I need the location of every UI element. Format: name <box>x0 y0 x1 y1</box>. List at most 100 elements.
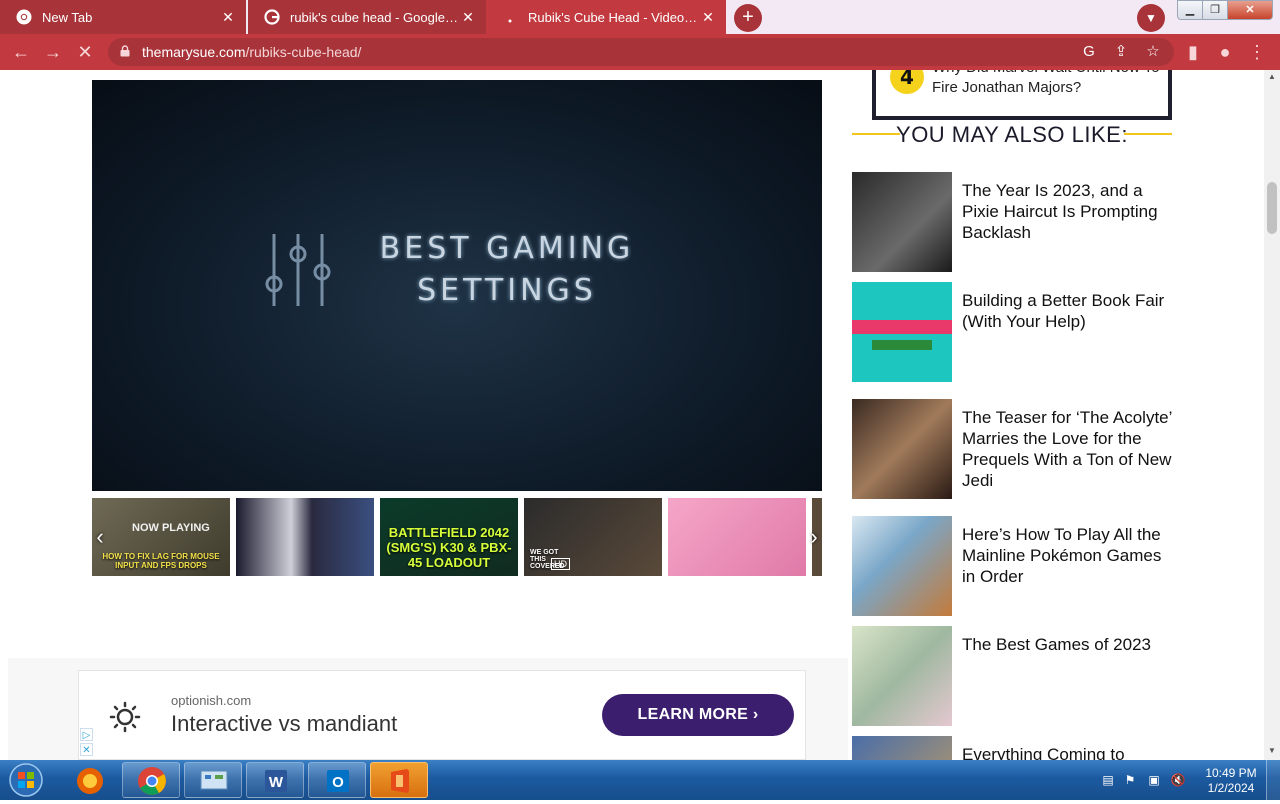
adchoices-icon[interactable]: ▷ <box>80 728 93 741</box>
scrollbar-thumb[interactable] <box>1267 182 1277 234</box>
taskbar-control-panel[interactable] <box>184 762 242 798</box>
windows-start-icon[interactable] <box>4 762 48 798</box>
system-clock[interactable]: 10:49 PM 1/2/2024 <box>1200 766 1262 796</box>
tab-active-video[interactable]: Rubik's Cube Head - Video | The Mary Sue… <box>486 0 726 34</box>
learn-more-button[interactable]: LEARN MORE › <box>602 694 794 736</box>
show-desktop-button[interactable] <box>1266 760 1280 800</box>
article-thumbnail[interactable] <box>852 736 952 760</box>
related-article[interactable]: Everything Coming to <box>852 736 1172 760</box>
ad-close-icon[interactable]: ✕ <box>80 743 93 756</box>
network-icon[interactable]: ▣ <box>1146 772 1162 788</box>
profile-icon[interactable]: ● <box>1213 40 1237 64</box>
bookmark-star-icon[interactable]: ☆ <box>1142 41 1164 63</box>
video-carousel: NOW PLAYING HOW TO FIX LAG FOR MOUSE INP… <box>92 498 822 576</box>
scroll-up-icon[interactable]: ▲ <box>1267 72 1277 82</box>
tab-search-button[interactable]: ▼ <box>1137 4 1165 32</box>
article-title[interactable]: The Year Is 2023, and a Pixie Haircut Is… <box>962 180 1172 243</box>
taskbar-chrome[interactable] <box>122 762 180 798</box>
related-article[interactable]: Building a Better Book Fair (With Your H… <box>852 282 1172 382</box>
thumbnail-caption: BATTLEFIELD 2042 (SMG'S) K30 & PBX-45 LO… <box>386 525 512 570</box>
word-icon: W <box>265 770 287 792</box>
article-title[interactable]: Everything Coming to <box>962 744 1172 760</box>
article-title[interactable]: Building a Better Book Fair (With Your H… <box>962 290 1172 332</box>
carousel-thumbnail[interactable]: NOW PLAYING HOW TO FIX LAG FOR MOUSE INP… <box>92 498 230 576</box>
menu-kebab-icon[interactable]: ⋮ <box>1245 40 1269 64</box>
maximize-button[interactable]: ❐ <box>1202 0 1228 20</box>
url-text[interactable]: themarysue.com/rubiks-cube-head/ <box>142 44 361 60</box>
ad-domain: optionish.com <box>171 693 252 708</box>
lock-icon[interactable] <box>120 45 130 57</box>
carousel-thumbnail[interactable]: WE GOT THIS COVERED HD <box>524 498 662 576</box>
url-path: /rubiks-cube-head/ <box>245 44 362 60</box>
ad-headline[interactable]: Interactive vs mandiant <box>171 711 397 737</box>
article-title[interactable]: The Best Games of 2023 <box>962 634 1172 655</box>
stop-loading-icon[interactable]: ✕ <box>73 40 97 64</box>
taskbar-office[interactable] <box>370 762 428 798</box>
article-thumbnail[interactable] <box>852 516 952 616</box>
related-article[interactable]: The Year Is 2023, and a Pixie Haircut Is… <box>852 172 1172 272</box>
popular-title[interactable]: Why Did Marvel Wait Until Now To Fire Jo… <box>932 70 1168 98</box>
taskbar-outlook[interactable]: O <box>308 762 366 798</box>
taskbar-word[interactable]: W <box>246 762 304 798</box>
carousel-thumbnail[interactable]: BATTLEFIELD 2042 (SMG'S) K30 & PBX-45 LO… <box>380 498 518 576</box>
web-page: BEST GAMING SETTINGS NOW PLAYING HOW TO … <box>0 70 1264 760</box>
action-center-icon[interactable]: ▤ <box>1100 772 1116 788</box>
clock-date: 1/2/2024 <box>1207 781 1255 795</box>
browser-toolbar: ← → ✕ themarysue.com/rubiks-cube-head/ G… <box>0 34 1280 70</box>
close-icon[interactable]: ✕ <box>700 9 716 25</box>
article-thumbnail[interactable] <box>852 282 952 382</box>
share-icon[interactable]: ⇪ <box>1110 41 1132 63</box>
now-playing-badge: NOW PLAYING <box>132 522 210 534</box>
article-title[interactable]: The Teaser for ‘The Acolyte’ Marries the… <box>962 407 1172 491</box>
advertisement[interactable]: optionish.com Interactive vs mandiant LE… <box>78 670 806 760</box>
popular-list-item[interactable]: 4 Why Did Marvel Wait Until Now To Fire … <box>872 70 1172 120</box>
side-panel-icon[interactable]: ▮ <box>1181 40 1205 64</box>
ad-choices[interactable]: ▷ ✕ <box>80 728 94 758</box>
window-close-button[interactable]: ✕ <box>1227 0 1273 20</box>
tab-title: rubik's cube head - Google Search <box>290 9 460 25</box>
tab-new-tab[interactable]: New Tab ✕ <box>0 0 246 34</box>
related-article[interactable]: The Best Games of 2023 <box>852 626 1172 726</box>
carousel-next-icon[interactable]: › <box>806 526 822 548</box>
windows-taskbar: W O ▤ ⚑ ▣ 🔇 10:49 PM 1/2/2024 <box>0 760 1280 800</box>
google-lens-icon[interactable]: G <box>1078 41 1100 63</box>
chrome-icon <box>16 9 32 25</box>
close-icon[interactable]: ✕ <box>220 9 236 25</box>
address-bar[interactable]: themarysue.com/rubiks-cube-head/ G ⇪ ☆ <box>108 38 1174 66</box>
back-arrow-icon[interactable]: ← <box>9 40 33 64</box>
article-thumbnail[interactable] <box>852 172 952 272</box>
taskbar-firefox[interactable] <box>60 762 118 798</box>
flag-icon[interactable]: ⚑ <box>1122 772 1138 788</box>
carousel-thumbnail[interactable] <box>236 498 374 576</box>
tab-title: New Tab <box>42 9 93 25</box>
related-article[interactable]: The Teaser for ‘The Acolyte’ Marries the… <box>852 399 1172 499</box>
control-panel-icon <box>200 770 228 790</box>
svg-text:W: W <box>269 774 284 791</box>
video-player[interactable]: BEST GAMING SETTINGS <box>92 80 822 491</box>
close-icon[interactable]: ✕ <box>460 9 476 25</box>
url-host: themarysue.com <box>142 44 246 60</box>
svg-text:O: O <box>332 774 344 791</box>
office-icon <box>391 769 409 793</box>
chrome-icon <box>138 767 166 795</box>
new-tab-button[interactable]: + <box>734 4 762 32</box>
carousel-thumbnail[interactable] <box>668 498 806 576</box>
hd-badge: HD <box>551 558 570 570</box>
article-thumbnail[interactable] <box>852 626 952 726</box>
video-title-line: BEST GAMING <box>379 231 635 266</box>
tab-google-search[interactable]: rubik's cube head - Google Search ✕ <box>248 0 486 34</box>
outlook-icon: O <box>327 770 349 792</box>
video-title-card: BEST GAMING SETTINGS <box>357 228 657 312</box>
firefox-icon <box>77 768 103 794</box>
page-scrollbar[interactable]: ▲ ▼ <box>1264 70 1280 760</box>
forward-arrow-icon[interactable]: → <box>41 40 65 64</box>
article-thumbnail[interactable] <box>852 399 952 499</box>
scroll-down-icon[interactable]: ▼ <box>1267 746 1277 756</box>
carousel-prev-icon[interactable]: ‹ <box>92 526 108 548</box>
minimize-button[interactable]: ▁ <box>1177 0 1203 20</box>
thumbnail-caption: HOW TO FIX LAG FOR MOUSE INPUT AND FPS D… <box>102 552 220 570</box>
article-title[interactable]: Here’s How To Play All the Mainline Poké… <box>962 524 1172 587</box>
heading-rule <box>1124 133 1172 135</box>
volume-muted-icon[interactable]: 🔇 <box>1170 772 1186 788</box>
related-article[interactable]: Here’s How To Play All the Mainline Poké… <box>852 516 1172 616</box>
